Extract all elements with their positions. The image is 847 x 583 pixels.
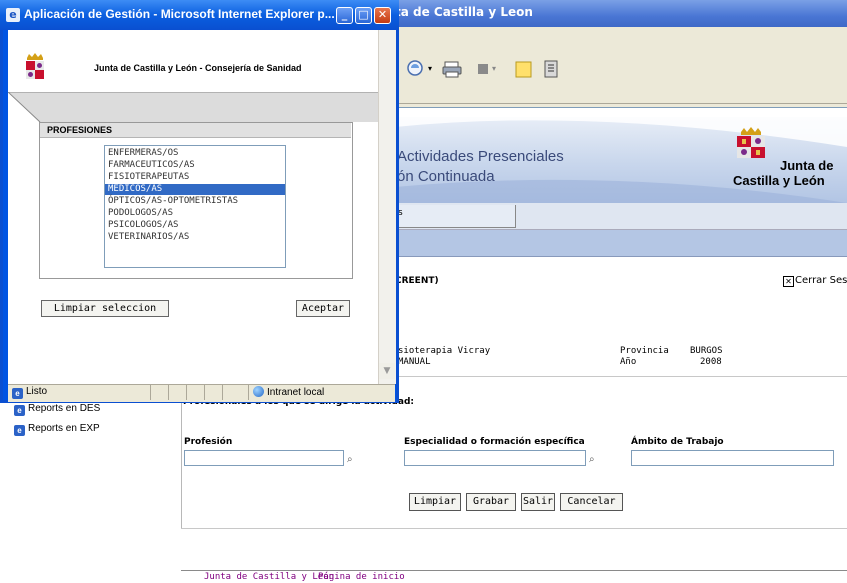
jcyl-crest-icon	[26, 53, 44, 79]
list-option[interactable]: FISIOTERAPEUTAS	[105, 172, 285, 183]
ie-page-icon: e	[14, 405, 25, 416]
list-option[interactable]: FARMACEUTICOS/AS	[105, 160, 285, 171]
divider	[181, 528, 847, 529]
maximize-icon[interactable]: □	[355, 7, 372, 24]
divider	[395, 376, 847, 377]
close-icon[interactable]: ✕	[783, 276, 794, 287]
cancelar-button[interactable]: Cancelar	[560, 493, 623, 511]
chevron-down-icon[interactable]: ▾	[492, 64, 496, 73]
list-option[interactable]: ENFERMERAS/OS	[105, 148, 285, 159]
ano-label: Año	[620, 357, 637, 367]
globe-icon	[253, 386, 264, 397]
especialidad-label: Especialidad o formación específica	[404, 437, 585, 447]
salir-button[interactable]: Salir	[521, 493, 555, 511]
popup-statusbar	[8, 384, 395, 402]
status-zone-label: Intranet local	[267, 387, 325, 398]
status-divider	[168, 385, 169, 400]
provincia-label: Provincia	[620, 346, 669, 356]
list-option[interactable]: MÉDICOS/AS	[105, 184, 285, 195]
status-divider	[150, 385, 151, 400]
chevron-down-icon[interactable]: ▾	[428, 64, 432, 73]
banner-title-line1: Actividades Presenciales	[397, 148, 564, 165]
ie-app-icon[interactable]: e	[6, 8, 20, 22]
popup-header-band	[8, 92, 378, 122]
sidebar-item-reports-exp[interactable]: e Reports en EXP	[14, 423, 100, 436]
jcyl-logo-line2: Castilla y León	[733, 173, 825, 188]
status-zone: Intranet local	[253, 386, 324, 398]
lookup-icon[interactable]: ⌕	[347, 454, 353, 465]
sidebar-item-label: Reports en EXP	[28, 423, 100, 434]
sidebar-item-reports-des[interactable]: e Reports en DES	[14, 403, 100, 416]
profesiones-panel-title: PROFESIONES	[47, 125, 113, 135]
print-icon[interactable]	[441, 58, 463, 80]
status-label: Listo	[26, 386, 48, 397]
status-divider	[186, 385, 187, 400]
list-option[interactable]: VETERINARIOS/AS	[105, 232, 285, 243]
footer-link-home[interactable]: Página de inicio	[318, 572, 405, 582]
section-label: CREENT)	[395, 276, 439, 286]
ie-page-icon: e	[14, 425, 25, 436]
lookup-icon[interactable]: ⌕	[589, 454, 595, 465]
status-divider	[248, 385, 249, 400]
status-divider	[204, 385, 205, 400]
limpiar-button[interactable]: Limpiar	[409, 493, 461, 511]
footer-link-jcyl[interactable]: Junta de Castilla y León	[204, 572, 334, 582]
banner-title-line2: ón Continuada	[397, 168, 495, 185]
close-session-label: Cerrar Sesio	[795, 275, 847, 286]
profesion-input[interactable]	[184, 450, 344, 466]
especialidad-input[interactable]	[404, 450, 586, 466]
ie-page-icon: e	[12, 388, 23, 399]
jcyl-logo-line1: Junta de	[780, 158, 834, 173]
list-option[interactable]: PSICOLOGOS/AS	[105, 220, 285, 231]
list-option[interactable]: ÓPTICOS/AS-OPTOMETRISTAS	[105, 196, 285, 207]
status-divider	[222, 385, 223, 400]
minimize-icon[interactable]: _	[336, 7, 353, 24]
messenger-icon[interactable]	[541, 58, 563, 80]
jcyl-crest-icon	[737, 127, 765, 158]
popup-scrollbar[interactable]	[378, 30, 396, 384]
scroll-down-icon[interactable]: ▼	[379, 363, 395, 379]
tab-active[interactable]	[395, 205, 516, 228]
section-bar	[395, 230, 847, 257]
activity-name: sioterapia Vicray	[398, 346, 491, 356]
popup-title: Aplicación de Gestión - Microsoft Intern…	[24, 7, 335, 21]
background-window-title: ta de Castilla y Leon	[395, 5, 533, 19]
clear-selection-button[interactable]: Limpiar seleccion	[41, 300, 169, 317]
ambito-input[interactable]	[631, 450, 834, 466]
list-option[interactable]: PODOLOGOS/AS	[105, 208, 285, 219]
provincia-value: BURGOS	[690, 346, 723, 356]
profesion-label: Profesión	[184, 437, 233, 447]
search-icon[interactable]	[405, 58, 427, 80]
ambito-label: Ámbito de Trabajo	[631, 437, 724, 447]
activity-type: MANUAL	[398, 357, 431, 367]
popup-header	[8, 30, 378, 92]
close-icon[interactable]: ✕	[374, 7, 391, 24]
close-session-link[interactable]: ✕Cerrar Sesio	[783, 275, 847, 287]
grabar-button[interactable]: Grabar	[466, 493, 516, 511]
accept-button[interactable]: Aceptar	[296, 300, 350, 317]
notes-icon[interactable]	[513, 58, 535, 80]
sidebar-item-label: Reports en DES	[28, 403, 101, 414]
status-text: e Listo	[12, 386, 47, 399]
ano-value: 2008	[700, 357, 722, 367]
popup-header-text: Junta de Castilla y León - Consejería de…	[94, 63, 302, 73]
footer-divider	[181, 570, 847, 571]
